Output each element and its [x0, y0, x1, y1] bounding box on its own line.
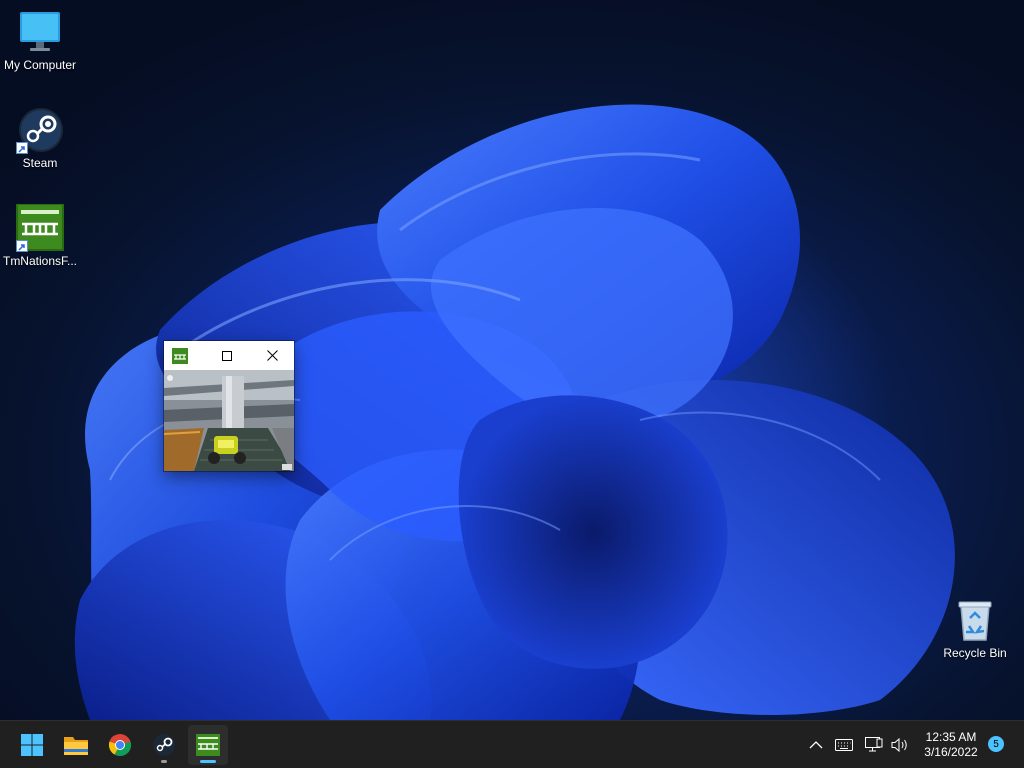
steam-icon: [16, 106, 64, 154]
title-bar[interactable]: [164, 341, 294, 370]
chrome-icon: [108, 734, 132, 757]
desktop-icon-recycle-bin[interactable]: Recycle Bin: [935, 596, 1015, 660]
clock-time: 12:35 AM: [925, 730, 977, 744]
chevron-up-icon: [809, 741, 823, 749]
maximize-icon: [222, 350, 232, 361]
tmnations-icon: [172, 347, 188, 364]
desktop-icon-label: Steam: [22, 156, 58, 170]
start-button[interactable]: [12, 725, 52, 765]
recycle-bin-icon: [951, 596, 999, 644]
taskbar-tmnations[interactable]: [188, 725, 228, 765]
game-viewport[interactable]: [164, 370, 294, 471]
wallpaper-bloom: [74, 104, 955, 720]
desktop-icon-my-computer[interactable]: My Computer: [0, 8, 80, 72]
clock-date: 3/16/2022: [924, 745, 978, 759]
shortcut-arrow-icon: [16, 142, 28, 154]
notification-badge[interactable]: 5: [988, 736, 1004, 752]
tray-network[interactable]: [862, 733, 886, 757]
desktop-icon-label: Recycle Bin: [943, 646, 1007, 660]
taskbar-chrome[interactable]: [100, 725, 140, 765]
keyboard-icon: [835, 739, 853, 751]
taskbar-file-explorer[interactable]: [56, 725, 96, 765]
desktop[interactable]: My Computer Steam TmNationsF... Recycle …: [0, 0, 1024, 720]
desktop-icon-label: TmNationsF...: [2, 254, 77, 268]
desktop-icon-label: My Computer: [3, 58, 77, 72]
game-scene: [164, 370, 294, 471]
folder-icon: [64, 737, 88, 755]
maximize-button[interactable]: [204, 341, 250, 370]
game-window[interactable]: [164, 341, 294, 471]
tmnations-icon: [16, 203, 64, 252]
monitor-icon: [16, 8, 64, 56]
steam-icon: [153, 734, 175, 756]
shortcut-arrow-icon: [16, 240, 28, 252]
tray-keyboard[interactable]: [832, 733, 856, 757]
running-indicator: [161, 760, 167, 763]
windows-start-icon: [21, 734, 43, 756]
close-icon: [266, 350, 278, 361]
volume-icon: [891, 737, 907, 753]
desktop-icon-steam[interactable]: Steam: [0, 106, 80, 170]
taskbar-steam[interactable]: [144, 725, 184, 765]
close-button[interactable]: [250, 341, 294, 370]
focused-indicator: [200, 760, 216, 763]
taskbar: 12:35 AM 3/16/2022: [0, 720, 1024, 768]
tray-overflow-button[interactable]: [804, 733, 828, 757]
taskbar-clock[interactable]: 12:35 AM 3/16/2022: [915, 730, 987, 760]
desktop-icon-tmnations[interactable]: TmNationsF...: [0, 203, 80, 268]
network-icon: [865, 737, 883, 752]
tray-volume[interactable]: [888, 733, 912, 757]
tmnations-icon: [196, 734, 220, 756]
